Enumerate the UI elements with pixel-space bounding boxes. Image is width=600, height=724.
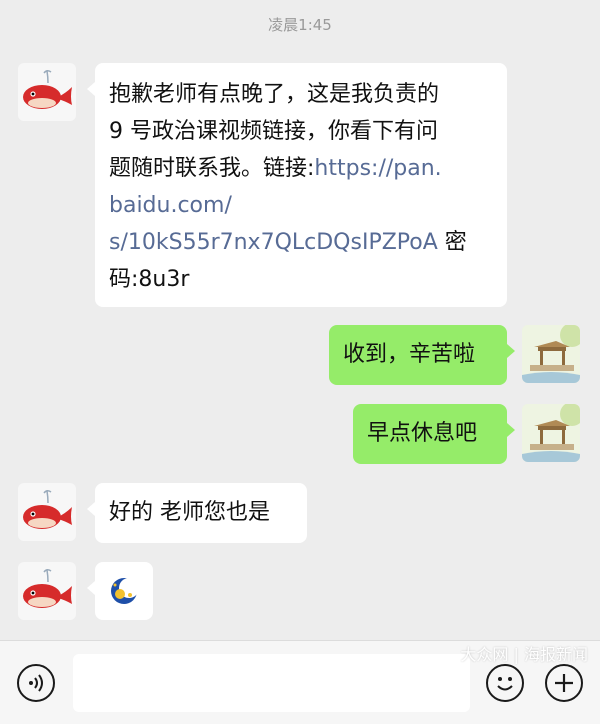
- watermark: 大众网 | 海报新闻: [460, 645, 588, 664]
- sent-message[interactable]: 收到，辛苦啦: [329, 325, 515, 385]
- share-link[interactable]: https://pan.: [314, 156, 441, 181]
- whale-icon: [23, 568, 72, 608]
- my-avatar[interactable]: [522, 325, 580, 383]
- message-text: 好的 老师您也是: [109, 500, 270, 525]
- pavilion-scene-icon: [522, 404, 580, 462]
- input-bar: 大众网 | 海报新闻: [0, 640, 600, 724]
- whale-icon: [23, 489, 72, 529]
- smiley-icon: [497, 677, 513, 691]
- more-options-button[interactable]: [545, 664, 583, 702]
- received-sticker[interactable]: [87, 562, 153, 620]
- received-message[interactable]: 好的 老师您也是: [87, 483, 307, 543]
- received-message-link[interactable]: 抱歉老师有点晚了，这是我负责的 9 号政治课视频链接，你看下有问 题随时联系我。…: [87, 63, 507, 307]
- my-avatar[interactable]: [522, 404, 580, 462]
- message-line: baidu.com/: [109, 187, 493, 224]
- sent-message[interactable]: 早点休息吧: [353, 404, 515, 464]
- plus-icon: [555, 674, 573, 692]
- message-input[interactable]: [73, 654, 470, 712]
- contact-avatar[interactable]: [18, 562, 76, 620]
- share-link[interactable]: s/10kS55r7nx7QLcDQsIPZPoA: [109, 230, 438, 255]
- message-line: 抱歉老师有点晚了，这是我负责的: [109, 82, 440, 107]
- message-line: 题随时联系我。链接:https://pan.: [109, 150, 493, 187]
- emoji-button[interactable]: [486, 664, 524, 702]
- message-line: s/10kS55r7nx7QLcDQsIPZPoA 密: [109, 224, 493, 261]
- contact-avatar[interactable]: [18, 483, 76, 541]
- whale-icon: [23, 69, 72, 109]
- timestamp: 凌晨1:45: [268, 16, 332, 34]
- voice-icon: [29, 674, 43, 692]
- voice-input-button[interactable]: [17, 664, 55, 702]
- message-line: 码:8u3r: [109, 267, 190, 292]
- pavilion-scene-icon: [522, 325, 580, 383]
- message-text: 密: [437, 230, 467, 255]
- share-link[interactable]: baidu.com/: [109, 193, 232, 218]
- message-text: 收到，辛苦啦: [343, 342, 476, 367]
- contact-avatar[interactable]: [18, 63, 76, 121]
- message-text: 题随时联系我。链接:: [109, 156, 315, 181]
- message-line: 9 号政治课视频链接，你看下有问: [109, 119, 438, 144]
- moon-sticker-icon: [111, 578, 139, 604]
- message-text: 早点休息吧: [367, 421, 478, 446]
